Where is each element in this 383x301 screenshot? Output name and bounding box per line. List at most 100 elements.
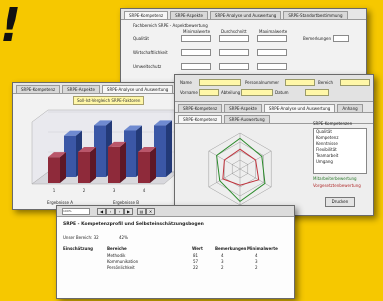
zoom-field[interactable]: 100% — [62, 208, 90, 215]
close-icon[interactable]: ✕ — [146, 208, 155, 215]
field-r1-c1[interactable] — [181, 35, 211, 42]
tab-srpe-aspekte[interactable]: SRPE-Aspekte — [224, 104, 262, 112]
tab-srpe-kompetenz[interactable]: SRPE-Kompetenz — [178, 104, 223, 112]
table-header-cell: Minimalwerte — [247, 246, 278, 251]
form-label: Personalnummer — [245, 80, 279, 85]
table-cell: 81 — [193, 253, 199, 258]
side-label: Bemerkungen — [303, 36, 332, 41]
tab-srpe-aspekte[interactable]: SRPE-Aspekte — [62, 85, 100, 93]
bar-front — [78, 152, 90, 183]
exclamation-mark: ! — [0, 0, 21, 52]
table-header-cell: Wert — [192, 246, 203, 251]
toolbar: 100% ◀ ‹ › ▶ ▤ ✕ — [57, 206, 294, 217]
table-cell: Methodik — [107, 253, 126, 258]
report-heading: SRPE - Kompetenzprofil und Selbsteinschä… — [63, 222, 204, 227]
bar-front-side — [150, 147, 156, 183]
tab-srpe-analyse[interactable]: SRPE-Analyse und Auswertung — [101, 85, 174, 93]
table-cell: 4 — [221, 253, 224, 258]
tab-anhang[interactable]: Anhang — [337, 104, 363, 112]
radar-chart — [208, 132, 272, 206]
first-page-button[interactable]: ◀ — [97, 208, 106, 215]
print-button[interactable]: Drucken — [325, 197, 355, 207]
bar-front — [138, 152, 150, 183]
table-cell: Kommunikation — [107, 259, 139, 264]
window-bar-chart: SRPE-Kompetenz SRPE-Aspekte SRPE-Analyse… — [12, 82, 192, 210]
competency-list[interactable]: Qualität Kompetenz Kenntnisse Flexibilit… — [313, 128, 367, 174]
table-cell: 2 — [221, 265, 224, 270]
legend-item: Mitarbeiterbewertung — [313, 176, 357, 181]
side-field[interactable] — [333, 35, 349, 42]
x-tick-label: 1 — [53, 188, 56, 193]
print-icon[interactable]: ▤ — [137, 208, 146, 215]
subtab-auswertung[interactable]: SRPE-Auswertung — [224, 115, 270, 123]
group-label: Fachbereich SRPE - Aspektbewertung — [133, 23, 208, 28]
tab-srpe-kompetenz[interactable]: SRPE-Kompetenz — [16, 85, 61, 93]
field-r3-c3[interactable] — [257, 63, 287, 70]
tab-srpe-standort[interactable]: SRPE-Standortbestimmung — [283, 11, 348, 19]
field-r2-c1[interactable] — [181, 49, 211, 56]
meta-value: 42% — [119, 235, 128, 240]
tab-bar: SRPE-Kompetenz SRPE-Aspekte SRPE-Analyse… — [175, 102, 373, 113]
radar-series-red — [222, 148, 260, 186]
table-cell: 57 — [193, 259, 199, 264]
list-title: SRPE-Kompetenzen — [313, 121, 353, 126]
row-label: Qualität — [133, 36, 149, 41]
tab-srpe-analyse[interactable]: SRPE-Analyse und Auswertung — [263, 104, 336, 112]
row-label: Wirtschaftlichkeit — [133, 50, 168, 55]
bar-front-side — [60, 152, 66, 183]
field-r2-c3[interactable] — [257, 49, 287, 56]
table-cell: 3 — [255, 259, 258, 264]
field-r3-c1[interactable] — [181, 63, 211, 70]
x-tick-label: 4 — [143, 188, 146, 193]
x-tick-label: 3 — [113, 188, 116, 193]
window-radar-chart: Name Personalnummer Bereich Vorname Abte… — [174, 74, 374, 216]
field-r1-c2[interactable] — [219, 35, 249, 42]
meta-label: Unser Bereich: 32 — [63, 235, 99, 240]
bar-chart: 1 2 3 4 — [31, 109, 179, 193]
bar-front-side — [120, 141, 126, 183]
form-field[interactable] — [199, 79, 241, 86]
prev-page-button[interactable]: ‹ — [106, 208, 115, 215]
row-label: Umweltschutz — [133, 64, 162, 69]
table-header-cell: Bereiche — [107, 246, 127, 251]
tab-srpe-kompetenz[interactable]: SRPE-Kompetenz — [124, 11, 169, 19]
table-cell: 22 — [193, 265, 199, 270]
form-field[interactable] — [241, 89, 273, 96]
tab-srpe-analyse[interactable]: SRPE-Analyse und Auswertung — [209, 11, 282, 19]
form-label: Name — [180, 80, 192, 85]
table-cell: Persönlichkeit — [107, 265, 135, 270]
field-r3-c2[interactable] — [219, 63, 249, 70]
form-field[interactable] — [199, 89, 219, 96]
tab-srpe-aspekte[interactable]: SRPE-Aspekte — [170, 11, 208, 19]
form-field[interactable] — [285, 79, 315, 86]
x-tick-label: 2 — [83, 188, 86, 193]
form-label: Vorname — [180, 90, 198, 95]
table-cell: 3 — [221, 259, 224, 264]
tab-bar: SRPE-Kompetenz SRPE-Aspekte SRPE-Analyse… — [121, 9, 366, 20]
list-item[interactable]: Umgang — [314, 159, 366, 165]
table-cell: 2 — [255, 265, 258, 270]
legend-item: Vorgesetztenbewertung — [313, 183, 361, 188]
next-page-button[interactable]: › — [115, 208, 124, 215]
bar-front — [108, 146, 120, 183]
col-header-min: Minimalwerte — [183, 29, 211, 34]
bar-front — [48, 157, 60, 183]
form-label: Abteilung — [221, 90, 241, 95]
table-cell: 4 — [255, 253, 258, 258]
table-header-cell: Einschätzung — [63, 246, 94, 251]
bar-front-side — [90, 147, 96, 183]
col-header-max: Maximalwerte — [259, 29, 288, 34]
form-label: Datum — [275, 90, 289, 95]
field-r1-c3[interactable] — [257, 35, 287, 42]
table-header-cell: Bemerkungen — [215, 246, 247, 251]
tab-bar: SRPE-Kompetenz SRPE-Aspekte SRPE-Analyse… — [13, 83, 191, 94]
last-page-button[interactable]: ▶ — [124, 208, 133, 215]
form-field[interactable] — [305, 89, 329, 96]
form-field[interactable] — [340, 79, 370, 86]
subtab-kompetenz[interactable]: SRPE-Kompetenz — [178, 115, 223, 123]
bar-back-side — [166, 120, 172, 177]
chart-title: Soll-Ist-Vergleich SRPE-Faktoren — [73, 96, 145, 105]
form-label: Bereich — [318, 80, 334, 85]
field-r2-c2[interactable] — [219, 49, 249, 56]
window-report-preview: 100% ◀ ‹ › ▶ ▤ ✕ SRPE - Kompetenzprofil … — [56, 205, 295, 299]
